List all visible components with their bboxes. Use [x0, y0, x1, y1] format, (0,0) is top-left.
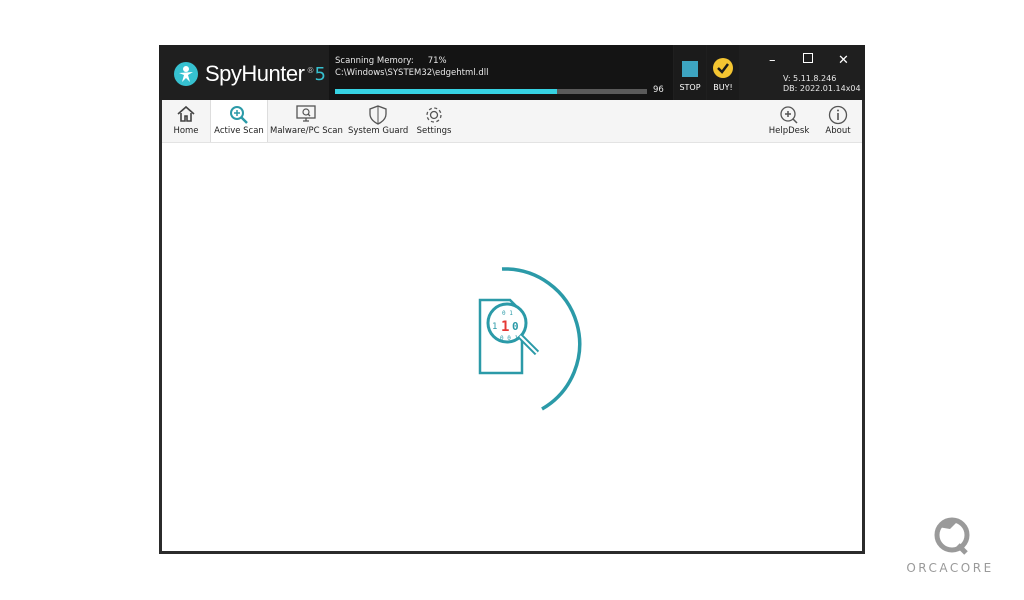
tab-helpdesk[interactable]: HelpDesk — [764, 100, 814, 142]
scan-path: C:\Windows\SYSTEM32\edgehtml.dll — [335, 68, 489, 78]
tab-system-guard[interactable]: System Guard — [348, 100, 408, 142]
tab-about[interactable]: About — [820, 100, 856, 142]
tab-home-label: Home — [173, 126, 199, 136]
tab-settings[interactable]: Settings — [414, 100, 454, 142]
buy-check-icon — [713, 58, 733, 78]
helpdesk-icon — [780, 106, 798, 124]
orcacore-text: ORCACORE — [906, 561, 994, 575]
tab-active-scan-label: Active Scan — [214, 126, 264, 136]
orcacore-logo-icon — [934, 517, 970, 555]
tab-active-scan[interactable]: Active Scan — [210, 100, 268, 142]
title-bar: SpyHunter ®5 Scanning Memory: 71% C:\Wind… — [159, 45, 865, 100]
tab-settings-label: Settings — [416, 126, 452, 136]
active-scan-icon — [230, 106, 248, 124]
app-version-mark: ®5 — [306, 63, 326, 85]
stop-button[interactable]: STOP — [674, 45, 706, 100]
tab-malware-scan[interactable]: Malware/PC Scan — [270, 100, 343, 142]
tab-system-guard-label: System Guard — [348, 126, 409, 136]
scan-count: 96 — [653, 85, 664, 95]
spyhunter-window: SpyHunter ®5 Scanning Memory: 71% C:\Wind… — [159, 45, 865, 554]
main-toolbar: Home Active Scan Malware/PC Scan System … — [162, 100, 862, 143]
malware-scan-icon — [296, 105, 316, 122]
scan-progress-bar — [335, 89, 647, 94]
svg-text:1: 1 — [501, 319, 509, 335]
maximize-icon[interactable] — [803, 52, 813, 67]
stop-icon — [682, 61, 698, 77]
home-icon — [177, 105, 195, 122]
scan-label: Scanning Memory: — [335, 56, 414, 66]
svg-text:1: 1 — [492, 322, 497, 332]
db-info: DB: 2022.01.14x04 — [783, 84, 861, 93]
settings-gear-icon — [426, 107, 442, 123]
scan-progress-fill — [335, 89, 557, 94]
app-name: SpyHunter — [205, 61, 305, 86]
svg-text:0 1: 0 1 — [502, 310, 513, 317]
buy-label: BUY! — [713, 83, 733, 92]
tab-about-label: About — [825, 126, 851, 136]
scan-status-panel: Scanning Memory: 71% C:\Windows\SYSTEM32\… — [329, 45, 673, 100]
tab-home[interactable]: Home — [168, 100, 204, 142]
svg-text:0 0 1: 0 0 1 — [500, 335, 518, 342]
scan-percent: 71% — [427, 56, 447, 66]
spyhunter-logo-icon — [174, 62, 198, 86]
version-info: V: 5.11.8.246 — [783, 74, 837, 83]
about-info-icon — [828, 105, 848, 125]
stop-label: STOP — [679, 83, 701, 92]
scan-content-area: 1 1 0 0 1 0 0 1 — [162, 143, 862, 551]
tab-helpdesk-label: HelpDesk — [768, 126, 810, 136]
minimize-icon[interactable]: – — [769, 53, 776, 68]
close-icon[interactable]: ✕ — [838, 53, 849, 68]
system-guard-shield-icon — [369, 105, 387, 125]
app-logo: SpyHunter ®5 — [173, 61, 326, 87]
buy-button[interactable]: BUY! — [707, 45, 739, 100]
orcacore-watermark: ORCACORE — [900, 515, 1000, 575]
tab-malware-scan-label: Malware/PC Scan — [270, 126, 343, 136]
svg-text:0: 0 — [512, 320, 519, 333]
scanning-document-icon: 1 1 0 0 1 0 0 1 — [478, 267, 582, 411]
